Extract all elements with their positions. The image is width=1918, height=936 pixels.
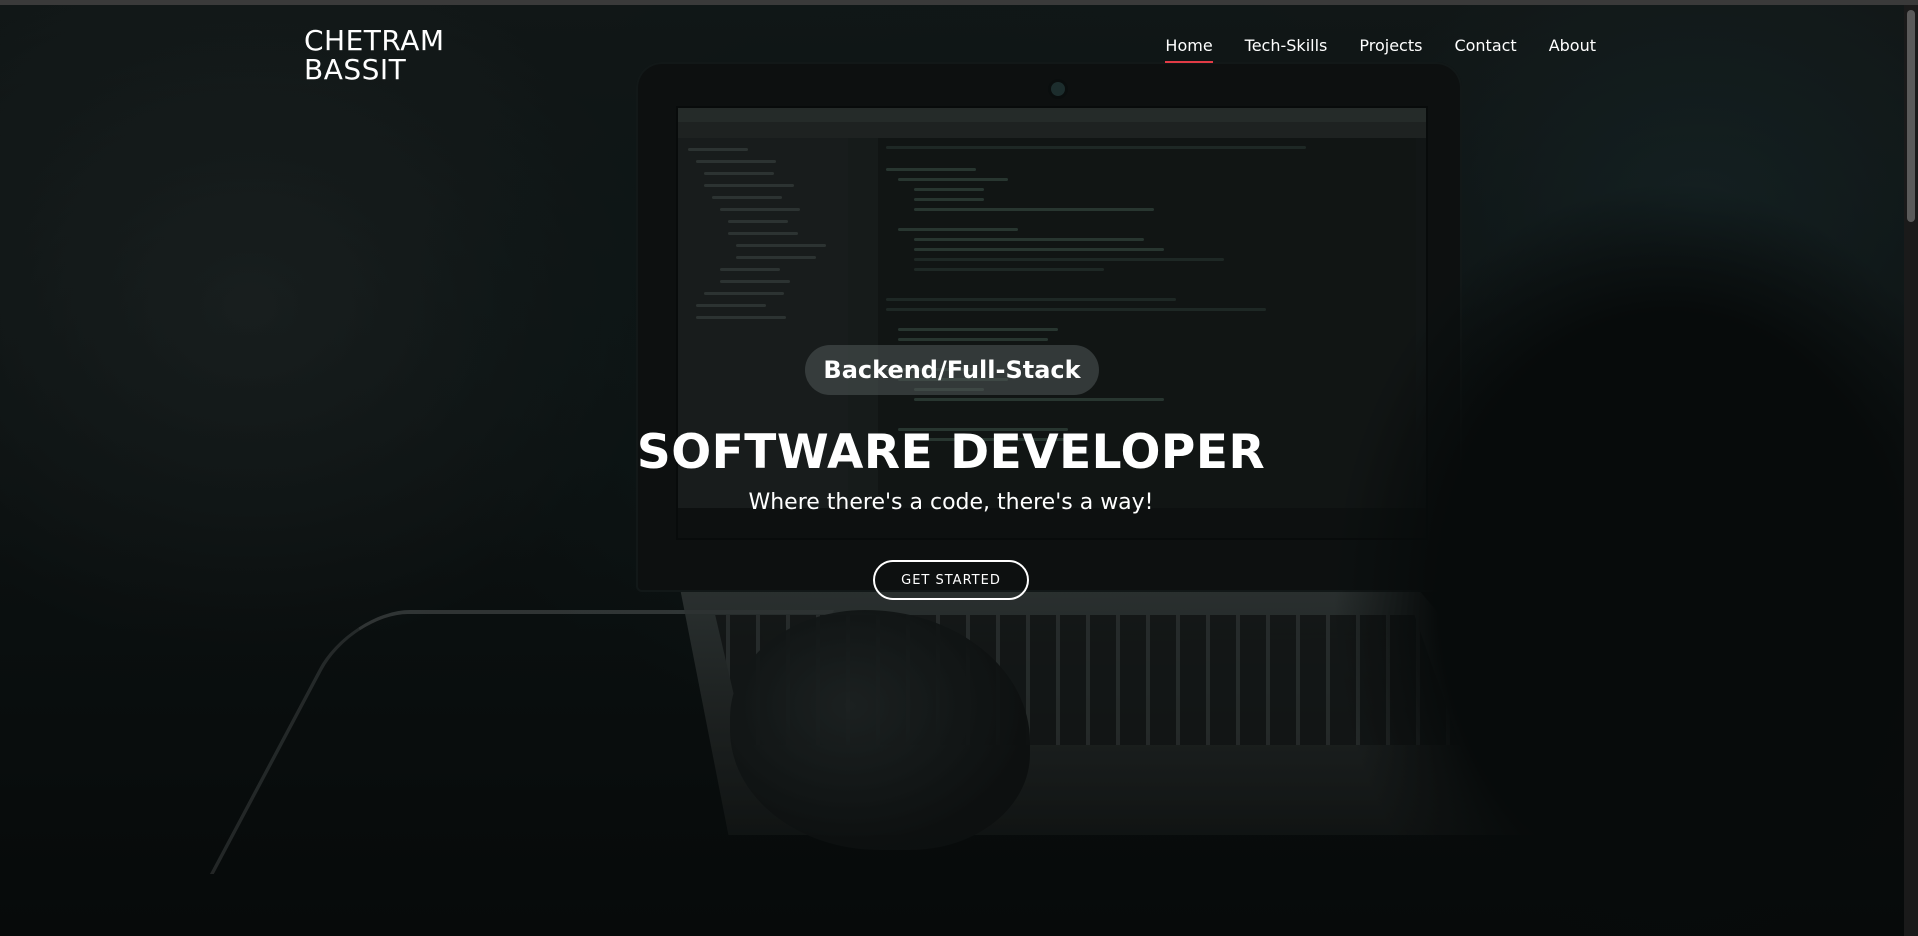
nav-item-contact[interactable]: Contact bbox=[1454, 36, 1516, 63]
nav-item-projects[interactable]: Projects bbox=[1359, 36, 1422, 63]
hero-title: SOFTWARE DEVELOPER bbox=[636, 425, 1266, 480]
role-badge: Backend/Full-Stack bbox=[805, 345, 1099, 395]
page: CHETRAM BASSIT Home Tech-Skills Projects… bbox=[0, 0, 1918, 936]
main-nav: Home Tech-Skills Projects Contact About bbox=[1133, 36, 1596, 63]
get-started-button[interactable]: GET STARTED bbox=[873, 560, 1029, 600]
nav-item-home[interactable]: Home bbox=[1165, 36, 1213, 63]
page-scrollbar-thumb[interactable] bbox=[1907, 10, 1915, 222]
logo-line-1: CHETRAM bbox=[304, 24, 445, 57]
site-logo[interactable]: CHETRAM BASSIT bbox=[304, 26, 445, 84]
nav-item-tech-skills[interactable]: Tech-Skills bbox=[1245, 36, 1328, 63]
nav-item-about[interactable]: About bbox=[1549, 36, 1596, 63]
logo-line-2: BASSIT bbox=[304, 53, 407, 86]
hero-tagline: Where there's a code, there's a way! bbox=[748, 490, 1154, 515]
